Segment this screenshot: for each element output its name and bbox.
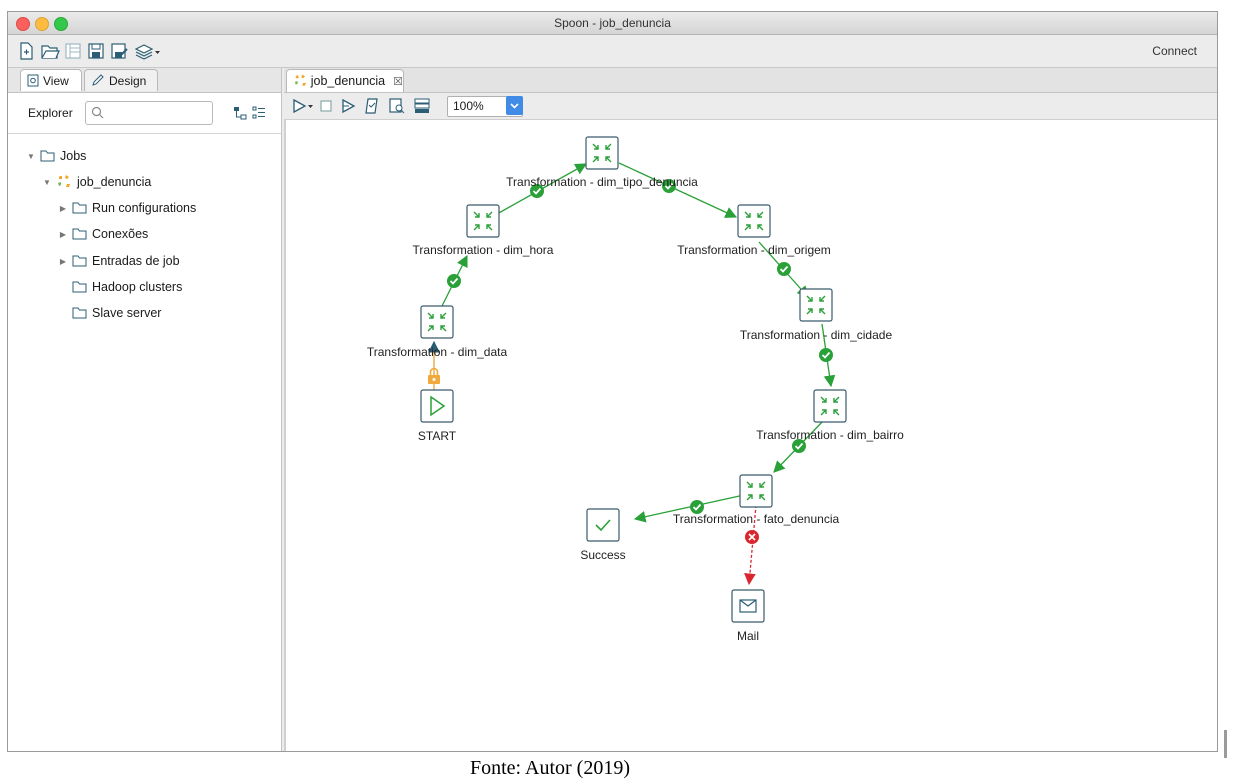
view-icon: [27, 74, 39, 87]
tab-job-denuncia[interactable]: job_denuncia ☒: [286, 69, 404, 92]
search-input[interactable]: [108, 105, 206, 119]
explore-repository-icon[interactable]: [63, 41, 83, 61]
tree-item-label: Run configurations: [92, 201, 197, 215]
node-label: Transformation - fato_denuncia: [673, 512, 840, 526]
explorer-toolbar: Explorer: [8, 93, 281, 134]
save-as-icon[interactable]: [109, 41, 129, 61]
tab-view-label: View: [43, 73, 69, 88]
tree-item-label: Conexões: [92, 227, 149, 241]
folder-icon: [72, 281, 87, 293]
tab-design[interactable]: Design: [84, 69, 158, 91]
hop-dim-hora-dim-tipo-denuncia[interactable]: [496, 163, 588, 215]
node-label: Transformation - dim_origem: [677, 243, 831, 257]
node-label: Transformation - dim_hora: [413, 243, 554, 257]
node-success[interactable]: Success: [580, 508, 626, 562]
tree-item-hadoop-clusters[interactable]: Hadoop clusters: [72, 277, 182, 297]
check-icon[interactable]: [364, 97, 382, 115]
close-tab-icon[interactable]: ☒: [393, 75, 403, 88]
open-file-icon[interactable]: [40, 41, 60, 61]
expand-arrow-icon[interactable]: ▼: [26, 152, 36, 161]
collapse-all-icon[interactable]: [233, 106, 247, 120]
explorer-search[interactable]: [85, 101, 213, 125]
editor-tabbar: job_denuncia ☒: [284, 68, 1217, 93]
tree-item-label: Entradas de job: [92, 254, 180, 268]
impact-icon[interactable]: [388, 97, 406, 115]
zoom-select[interactable]: 100%: [447, 96, 523, 117]
tab-job-label: job_denuncia: [310, 74, 386, 88]
node-label: Transformation - dim_cidade: [740, 328, 893, 342]
spoon-window: Spoon - job_denuncia Connect View Design…: [7, 11, 1218, 752]
run-icon[interactable]: [292, 97, 314, 115]
folder-icon: [72, 202, 87, 214]
hop-dim-tipo-denuncia-dim-origem[interactable]: [618, 162, 738, 218]
success-badge-icon: [776, 261, 792, 277]
node-dim-data[interactable]: Transformation - dim_data: [367, 305, 508, 359]
node-label: Mail: [737, 629, 759, 643]
expand-arrow-icon[interactable]: ▶: [58, 257, 68, 266]
node-dim-tipo-denuncia[interactable]: Transformation - dim_tipo_denuncia: [506, 136, 698, 189]
tree-item-jobs[interactable]: ▼ Jobs: [26, 146, 86, 166]
explorer-label: Explorer: [28, 106, 73, 120]
folder-icon: [72, 228, 87, 240]
job-graph: Transformation - dim_tipo_denuncia Trans…: [367, 136, 904, 643]
tab-design-label: Design: [109, 73, 147, 88]
folder-icon: [72, 255, 87, 267]
job-canvas[interactable]: Transformation - dim_tipo_denuncia Trans…: [284, 120, 1217, 751]
pencil-icon: [92, 74, 104, 86]
new-file-icon[interactable]: [16, 41, 36, 61]
success-badge-icon: [818, 347, 834, 363]
title-bar: Spoon - job_denuncia: [8, 12, 1217, 35]
folder-icon: [40, 150, 55, 162]
window-title: Spoon - job_denuncia: [554, 16, 671, 30]
expand-arrow-icon[interactable]: ▶: [58, 204, 68, 213]
tree-item-job-denuncia[interactable]: ▼ job_denuncia: [42, 172, 151, 192]
node-mail[interactable]: Mail: [731, 589, 765, 643]
job-editor: job_denuncia ☒ 100% Transformation - dim…: [284, 68, 1217, 751]
failure-badge-icon: [745, 530, 759, 544]
explorer-panel: View Design Explorer ▼ Jobs ▼ job_denunc: [8, 68, 282, 751]
tree-item-label: Jobs: [60, 149, 87, 163]
zoom-value: 100%: [453, 99, 484, 113]
stop-icon[interactable]: [318, 97, 334, 115]
tree-item-slave-server[interactable]: Slave server: [72, 303, 161, 323]
success-badge-icon: [446, 273, 462, 289]
node-label: Transformation - dim_tipo_denuncia: [506, 175, 698, 189]
node-start[interactable]: START: [418, 389, 457, 443]
tree-item-conexoes[interactable]: ▶ Conexões: [58, 224, 148, 244]
sql-icon[interactable]: [413, 97, 431, 115]
job-icon: [58, 175, 70, 187]
figure-caption: Fonte: Autor (2019): [470, 757, 630, 779]
job-icon: [294, 74, 306, 86]
expand-arrow-icon[interactable]: ▶: [58, 230, 68, 239]
tree-item-run-configurations[interactable]: ▶ Run configurations: [58, 198, 196, 218]
search-icon: [91, 106, 104, 119]
expand-all-icon[interactable]: [252, 106, 266, 120]
node-label: Transformation - dim_bairro: [756, 428, 904, 442]
tab-view[interactable]: View: [20, 69, 82, 91]
connect-button[interactable]: Connect: [1152, 44, 1197, 58]
tree-item-label: job_denuncia: [77, 175, 152, 189]
hop-dim-data-dim-hora[interactable]: [441, 254, 468, 307]
node-label: Transformation - dim_data: [367, 345, 508, 359]
tree-item-entradas-de-job[interactable]: ▶ Entradas de job: [58, 251, 180, 271]
canvas-toolbar: 100%: [284, 93, 1217, 120]
perspective-tabs: View Design: [8, 68, 281, 93]
main-toolbar: Connect: [8, 35, 1217, 68]
node-dim-hora[interactable]: Transformation - dim_hora: [413, 204, 554, 257]
expand-arrow-icon[interactable]: ▼: [42, 178, 52, 187]
preview-icon[interactable]: [340, 97, 358, 115]
node-label: START: [418, 429, 457, 443]
node-dim-origem[interactable]: Transformation - dim_origem: [677, 204, 831, 257]
chevron-down-icon[interactable]: [506, 96, 523, 115]
node-dim-bairro[interactable]: Transformation - dim_bairro: [756, 389, 904, 442]
page-edge-bar: [1224, 730, 1227, 758]
node-label: Success: [580, 548, 625, 562]
tree-item-label: Hadoop clusters: [92, 280, 183, 294]
perspective-layers-icon[interactable]: [134, 41, 160, 61]
folder-icon: [72, 307, 87, 319]
save-icon[interactable]: [86, 41, 106, 61]
node-dim-cidade[interactable]: Transformation - dim_cidade: [740, 288, 893, 342]
tree-item-label: Slave server: [92, 306, 162, 320]
